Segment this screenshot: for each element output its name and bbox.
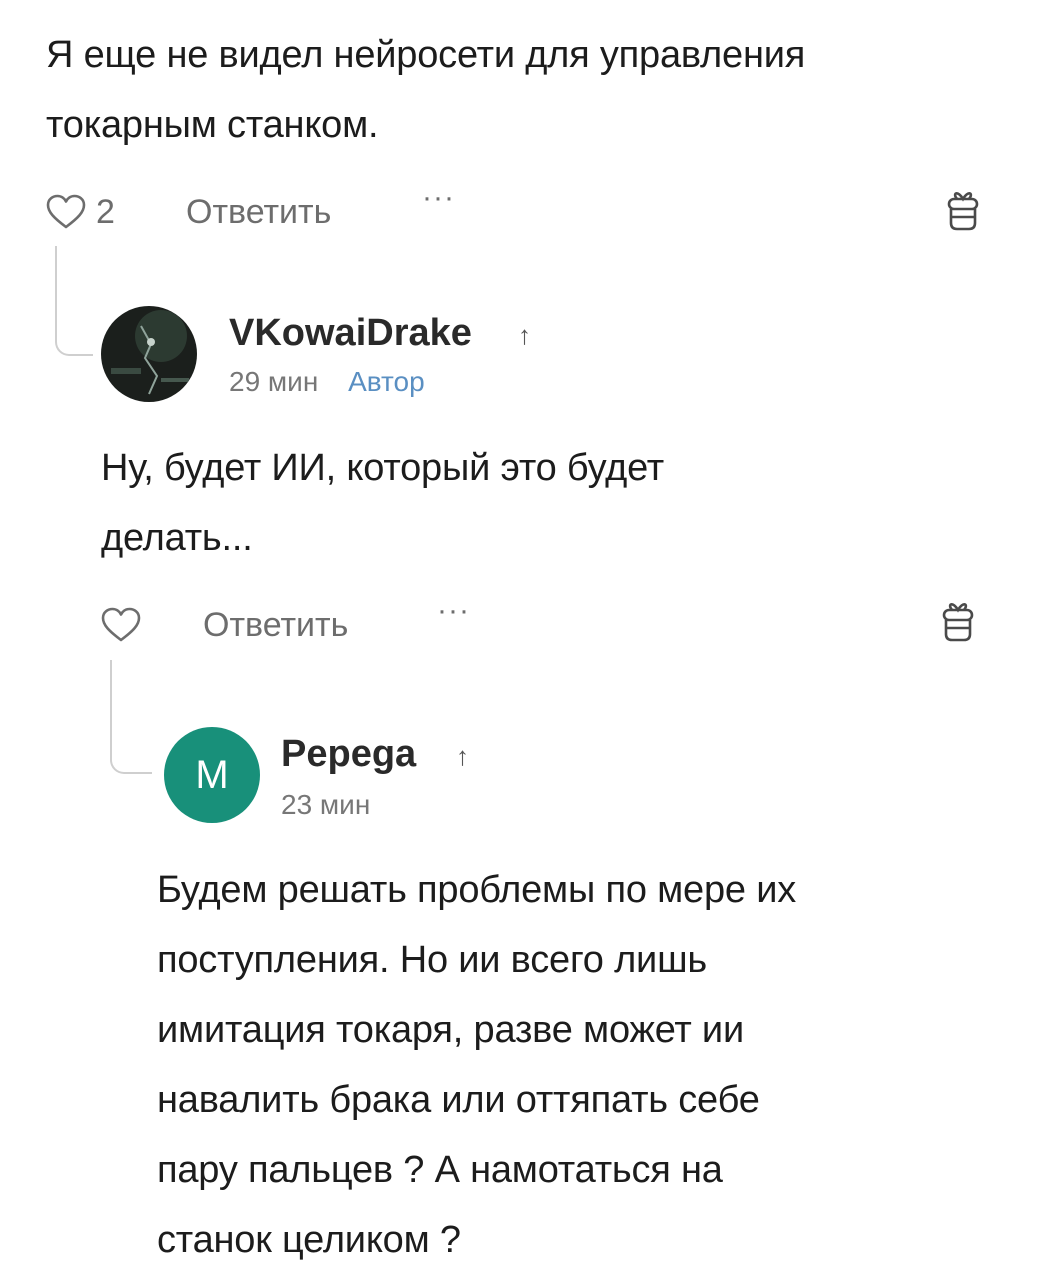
gift-icon[interactable] (944, 189, 982, 233)
timestamp: 23 мин (281, 789, 371, 820)
avatar-image (101, 306, 197, 402)
reply-arrow-icon: ↑ (456, 741, 469, 771)
reply-arrow-icon: ↑ (518, 320, 531, 350)
avatar[interactable]: M (164, 727, 260, 823)
comment-2-line: Ну, будет ИИ, который это будет (101, 447, 665, 489)
comment-3-line: навалить брака или оттяпать себе (157, 1079, 760, 1121)
author-badge: Автор (348, 366, 425, 397)
comment-3-text: Будем решать проблемы по мере их поступл… (157, 855, 796, 1275)
avatar[interactable] (101, 306, 197, 402)
comment-3-line: поступления. Но ии всего лишь (157, 939, 707, 981)
timestamp: 29 мин (229, 366, 319, 397)
author-name[interactable]: Pepega (281, 733, 416, 776)
comment-3-line: пару пальцев ? А намотаться на (157, 1149, 723, 1191)
comment-3-line: Будем решать проблемы по мере их (157, 869, 797, 911)
more-options-button[interactable]: ··· (422, 181, 455, 215)
comment-1-text: Я еще не видел нейросети для управления … (46, 20, 805, 160)
comment-meta: 29 мин Автор (229, 366, 425, 398)
comment-2-actions: Ответить ··· (101, 594, 996, 650)
comment-3-line: имитация токаря, разве может ии (157, 1009, 744, 1051)
reply-button[interactable]: Ответить (186, 193, 331, 232)
like-count: 2 (96, 192, 115, 231)
heart-icon[interactable] (101, 607, 141, 643)
avatar-letter: M (195, 752, 229, 797)
comment-2-line: делать... (101, 517, 253, 559)
gift-icon[interactable] (939, 600, 977, 644)
comment-meta: 23 мин (281, 789, 370, 821)
comment-3-line: станок целиком ? (157, 1219, 461, 1261)
comment-2-text: Ну, будет ИИ, который это будет делать..… (101, 433, 664, 573)
comment-1-actions: 2 Ответить ··· (46, 181, 996, 237)
heart-icon[interactable] (46, 194, 86, 230)
thread-line (55, 246, 93, 356)
thread-line (110, 660, 152, 774)
author-name[interactable]: VKowaiDrake (229, 312, 472, 355)
more-options-button[interactable]: ··· (437, 594, 470, 628)
reply-button[interactable]: Ответить (203, 606, 348, 645)
comment-1-line: Я еще не видел нейросети для управления (46, 34, 806, 76)
comment-1-line: токарным станком. (46, 104, 379, 146)
